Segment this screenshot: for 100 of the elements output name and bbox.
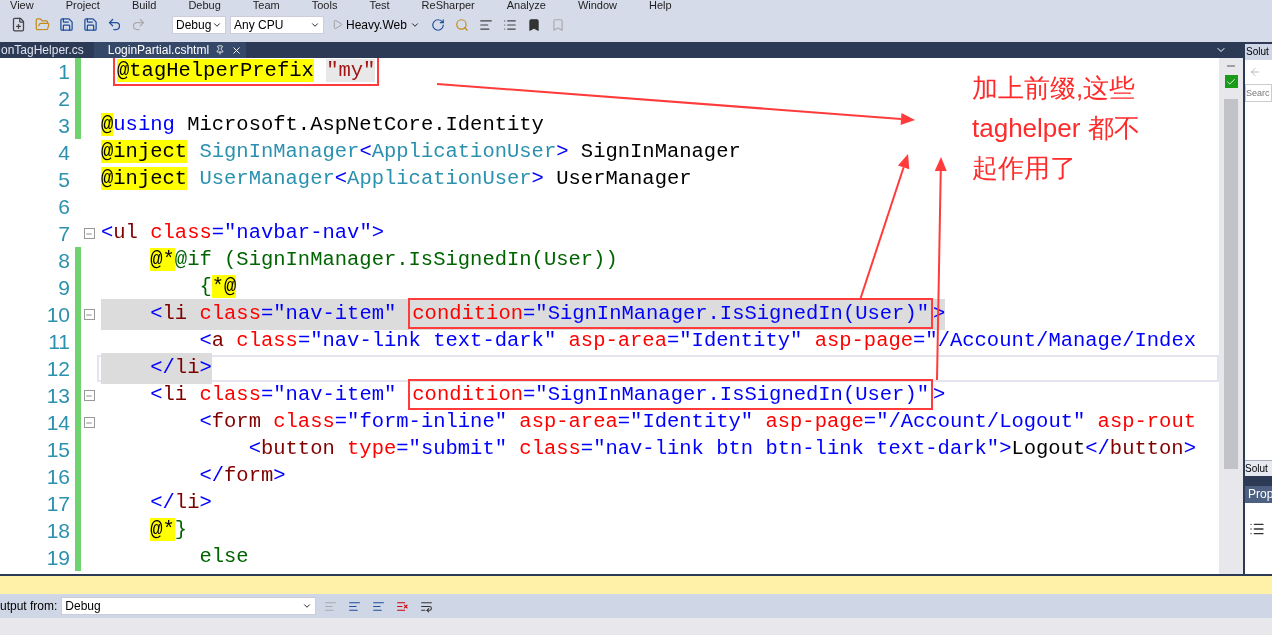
code-token: < <box>359 140 372 164</box>
play-icon <box>332 19 343 30</box>
code-token: class <box>519 437 581 461</box>
annotation-note: 加上前缀,这些 taghelper 都不 起作用了 <box>972 72 1140 185</box>
code-token: > <box>371 221 384 245</box>
caret-icon <box>302 601 313 611</box>
code-token: = <box>260 302 274 326</box>
line-number: 18 <box>45 517 71 544</box>
collapse-icon[interactable] <box>83 309 95 320</box>
code-token: </ <box>1085 437 1110 461</box>
menu-item[interactable]: Help <box>649 0 672 10</box>
menu-item[interactable]: ReSharper <box>421 0 475 10</box>
code-token: = <box>523 383 536 407</box>
line-number: 19 <box>45 544 71 571</box>
code-token: form <box>224 464 274 488</box>
code-token: { <box>199 275 212 299</box>
code-token: @inject <box>101 140 188 164</box>
code-token: = <box>666 329 680 353</box>
code-token: "Identity" <box>679 329 803 353</box>
code-token: ul <box>113 221 138 245</box>
panel-header: Prop <box>1245 486 1272 503</box>
line-number: 14 <box>45 409 71 436</box>
code-token: a <box>211 329 225 353</box>
code-token: = <box>211 221 225 245</box>
menu-item[interactable]: Team <box>252 0 280 10</box>
code-token: "my" <box>326 59 376 83</box>
code-token: </ <box>150 356 175 380</box>
categorized-icon <box>1249 521 1265 537</box>
panel-tab[interactable]: Solut <box>1245 460 1272 476</box>
code-token: > <box>1183 437 1196 461</box>
menu-item[interactable]: Debug <box>188 0 221 10</box>
code-token: > <box>556 140 569 164</box>
code-token: class <box>199 383 261 407</box>
code-token: UserManager <box>556 167 692 191</box>
code-token: = <box>580 437 594 461</box>
code-token: = <box>523 302 536 326</box>
code-token: < <box>199 329 212 353</box>
code-token: = <box>863 410 877 434</box>
code-token: using <box>113 113 175 137</box>
menu-item[interactable]: View <box>10 0 34 10</box>
code-token: "nav-item" <box>273 302 397 326</box>
menu-item[interactable]: Test <box>369 0 390 10</box>
line-number: 17 <box>45 490 71 517</box>
menu-item[interactable]: Window <box>577 0 618 10</box>
code-token: "/Account/Logout" <box>876 410 1086 434</box>
code-token: @ <box>101 113 114 137</box>
line-number: 11 <box>47 328 71 355</box>
collapse-icon[interactable] <box>83 417 95 428</box>
platform-dropdown[interactable]: Any CPU <box>230 15 324 34</box>
line-number: 4 <box>57 139 71 166</box>
code-token: "nav-link btn btn-link text-dark" <box>593 437 1000 461</box>
line-number: 1 <box>57 58 71 85</box>
code-token: li <box>162 302 188 326</box>
output-source-dropdown[interactable]: Debug <box>61 597 317 615</box>
collapse-icon[interactable] <box>83 228 95 239</box>
code-token: li <box>162 383 188 407</box>
code-token: *@ <box>211 275 237 299</box>
menu-item[interactable]: Tools <box>311 0 338 10</box>
code-token: > <box>531 167 544 191</box>
line-number: 16 <box>45 463 71 490</box>
code-token: @if (SignInManager.IsSignedIn(User)) <box>174 248 618 272</box>
editor-tab[interactable]: LoginPartial.cshtml <box>93 42 247 58</box>
pin-icon <box>215 45 226 55</box>
line-number: 13 <box>45 382 71 409</box>
code-token: asp-area <box>519 410 618 434</box>
line-number: 2 <box>57 85 71 112</box>
line-number: 12 <box>45 355 71 382</box>
code-token: ApplicationUser <box>347 167 532 191</box>
start-button[interactable]: Heavy.Web <box>328 14 424 35</box>
editor-tab[interactable]: onTagHelper.cs <box>0 42 88 58</box>
panel-tab[interactable]: Solut <box>1245 44 1272 60</box>
code-token: "nav-link text-dark" <box>310 329 557 353</box>
code-token: asp-page <box>814 329 914 353</box>
collapse-icon[interactable] <box>83 390 95 401</box>
line-number: 7 <box>57 220 71 247</box>
code-token: = <box>297 329 311 353</box>
code-token: "submit" <box>408 437 507 461</box>
code-token: Logout <box>1011 437 1086 461</box>
menu-item[interactable]: Build <box>131 0 157 10</box>
code-token: < <box>199 410 212 434</box>
menu-item[interactable]: Analyze <box>506 0 546 10</box>
code-token: < <box>101 221 114 245</box>
code-token: "navbar-nav" <box>224 221 372 245</box>
scrollbar-thumb[interactable] <box>1224 99 1238 469</box>
code-token: > <box>199 491 212 515</box>
code-token: asp-area <box>568 329 667 353</box>
code-token: ApplicationUser <box>371 140 557 164</box>
code-token: "form-inline" <box>347 410 508 434</box>
menu-item[interactable]: Project <box>65 0 100 10</box>
line-number: 10 <box>45 301 71 328</box>
scrollbar[interactable] <box>1219 58 1243 574</box>
code-token: "SignInManager.IsSignedIn(User)" <box>535 383 929 407</box>
code-token: > <box>273 464 286 488</box>
code-token: form <box>211 410 261 434</box>
code-token: @tagHelperPrefix <box>117 59 314 83</box>
configuration-dropdown[interactable]: Debug <box>172 15 226 34</box>
code-token: "Identity" <box>630 410 754 434</box>
search-field[interactable]: Searc <box>1245 84 1272 102</box>
code-token: > <box>999 437 1012 461</box>
line-number: 15 <box>45 436 71 463</box>
